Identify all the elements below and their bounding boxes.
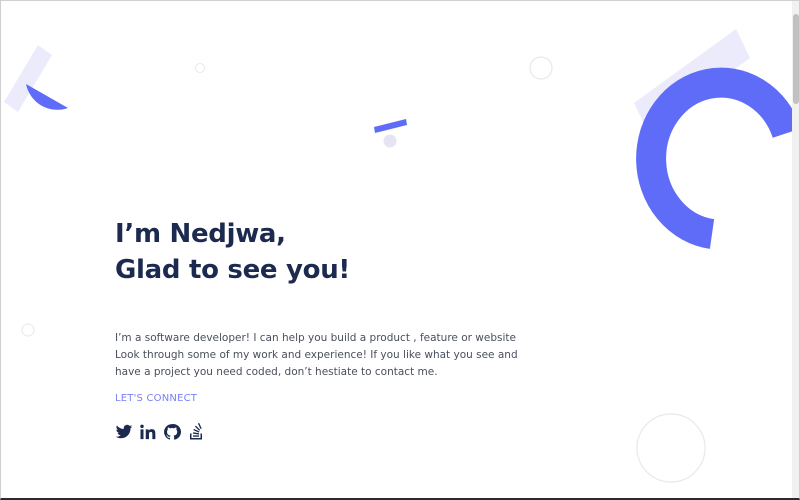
- hero-heading-line2: Glad to see you!: [115, 255, 350, 285]
- social-links: [115, 423, 535, 441]
- linkedin-link[interactable]: [139, 423, 157, 441]
- github-icon: [164, 424, 181, 440]
- linkedin-icon: [140, 424, 156, 440]
- hero-heading-line1: I’m Nedjwa,: [115, 219, 286, 249]
- hero-section: I’m Nedjwa, Glad to see you! I’m a softw…: [115, 216, 535, 441]
- deco-big-arc: [636, 67, 800, 249]
- deco-ring-small: [195, 63, 205, 73]
- stackoverflow-link[interactable]: [187, 423, 205, 441]
- page-scrollbar[interactable]: [792, 0, 800, 500]
- stackoverflow-icon: [190, 423, 202, 440]
- deco-half-circle: [26, 84, 68, 110]
- lets-connect-link[interactable]: LET'S CONNECT: [115, 393, 197, 404]
- deco-ring-top: [529, 56, 553, 80]
- twitter-link[interactable]: [115, 423, 133, 441]
- scrollbar-thumb[interactable]: [793, 14, 799, 104]
- github-link[interactable]: [163, 423, 181, 441]
- deco-dot: [383, 134, 397, 148]
- deco-ring-bottom: [636, 413, 706, 483]
- twitter-icon: [115, 424, 133, 439]
- hero-heading: I’m Nedjwa, Glad to see you!: [115, 216, 535, 288]
- hero-intro: I’m a software developer! I can help you…: [115, 332, 518, 378]
- deco-ring-left: [21, 323, 35, 337]
- deco-small-bar: [374, 119, 407, 133]
